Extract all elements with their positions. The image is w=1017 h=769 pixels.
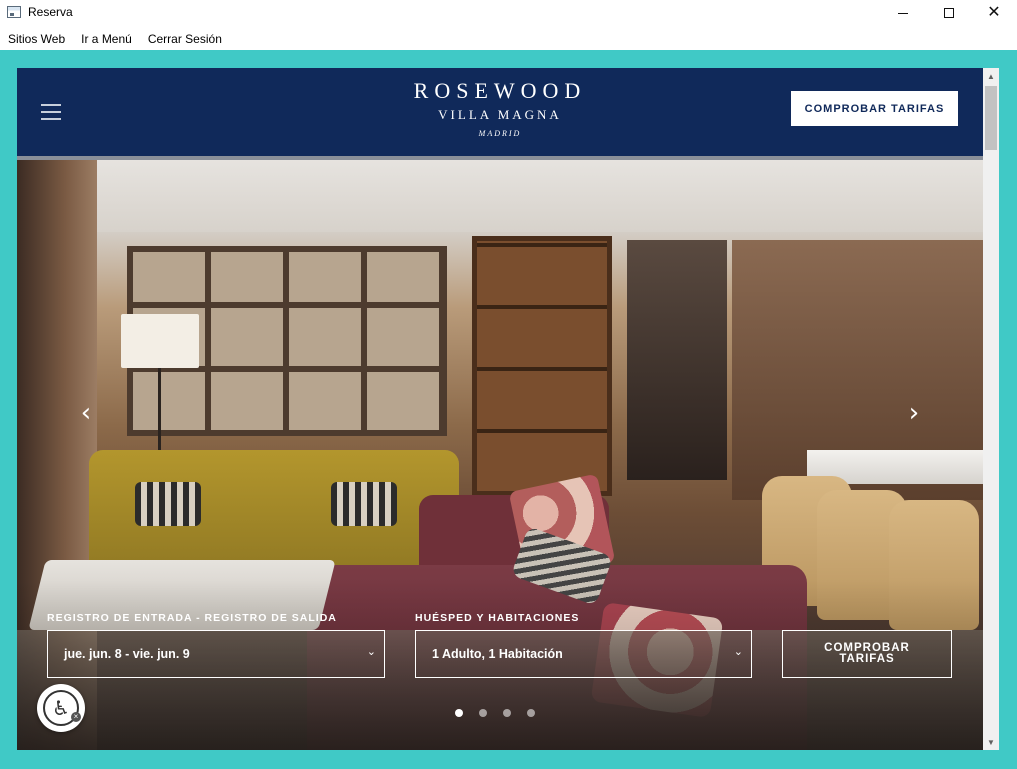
- hero-photo-doorway: [627, 240, 727, 480]
- accessibility-button[interactable]: ♿ ×: [37, 684, 85, 732]
- window-title: Reserva: [28, 5, 73, 19]
- carousel-dot[interactable]: [527, 709, 535, 717]
- header-check-rates-button[interactable]: COMPROBAR TARIFAS: [791, 91, 958, 126]
- menu-item-ir-a-menu[interactable]: Ir a Menú: [73, 28, 140, 50]
- vertical-scrollbar[interactable]: ▲ ▼: [983, 68, 999, 750]
- carousel-dot[interactable]: [503, 709, 511, 717]
- hero-photo-pillow: [331, 482, 397, 526]
- scroll-up-icon[interactable]: ▲: [983, 68, 999, 84]
- carousel-dot[interactable]: [455, 709, 463, 717]
- guests-label: HUÉSPED Y HABITACIONES: [415, 612, 580, 624]
- close-icon[interactable]: ×: [71, 712, 81, 722]
- hero-photo-shelves: [472, 236, 612, 496]
- check-rates-button[interactable]: COMPROBAR TARIFAS: [782, 630, 952, 678]
- dates-label: REGISTRO DE ENTRADA - REGISTRO DE SALIDA: [47, 612, 337, 624]
- scroll-thumb[interactable]: [985, 86, 997, 150]
- minimize-button[interactable]: [880, 0, 926, 26]
- chevron-right-icon[interactable]: ›: [899, 398, 929, 428]
- menu-item-sitios-web[interactable]: Sitios Web: [0, 28, 73, 50]
- app-icon: [7, 6, 21, 18]
- carousel-dot[interactable]: [479, 709, 487, 717]
- scroll-down-icon[interactable]: ▼: [983, 734, 999, 750]
- hero-photo-ceiling: [17, 160, 983, 232]
- chevron-left-icon[interactable]: ‹: [71, 398, 101, 428]
- logo-main-text: ROSEWOOD: [413, 78, 587, 103]
- hotel-logo[interactable]: ROSEWOOD VILLA MAGNA MADRID: [350, 78, 650, 140]
- close-icon: ✕: [987, 4, 1001, 21]
- guests-field[interactable]: 1 Adulto, 1 Habitación ⌄: [415, 630, 752, 678]
- menu-item-cerrar-sesion[interactable]: Cerrar Sesión: [140, 28, 230, 50]
- menubar: Sitios Web Ir a Menú Cerrar Sesión: [0, 28, 1017, 50]
- chevron-down-icon: ⌄: [366, 646, 376, 658]
- window-titlebar: Reserva ✕: [0, 0, 1017, 26]
- web-viewport: ROSEWOOD VILLA MAGNA MADRID COMPROBAR TA…: [17, 68, 983, 750]
- site-header: ROSEWOOD VILLA MAGNA MADRID COMPROBAR TA…: [17, 68, 983, 156]
- maximize-icon: [944, 8, 954, 18]
- hero-photo-lamp: [121, 314, 199, 368]
- guests-value: 1 Adulto, 1 Habitación: [432, 647, 563, 661]
- logo-city-text: MADRID: [478, 129, 522, 138]
- maximize-button[interactable]: [926, 0, 972, 26]
- logo-sub-text: VILLA MAGNA: [438, 107, 562, 122]
- hamburger-menu-icon[interactable]: [41, 104, 61, 120]
- dates-field[interactable]: jue. jun. 8 - vie. jun. 9 ⌄: [47, 630, 385, 678]
- dates-value: jue. jun. 8 - vie. jun. 9: [64, 647, 190, 661]
- close-button[interactable]: ✕: [971, 0, 1017, 26]
- carousel-dots: [455, 709, 535, 717]
- minimize-icon: [898, 12, 908, 14]
- chevron-down-icon: ⌄: [733, 646, 743, 658]
- hero-carousel: ‹ › REGISTRO DE ENTRADA - REGISTRO DE SA…: [17, 160, 983, 750]
- hero-photo-pillow: [135, 482, 201, 526]
- hero-photo-lamp-stem: [158, 368, 161, 458]
